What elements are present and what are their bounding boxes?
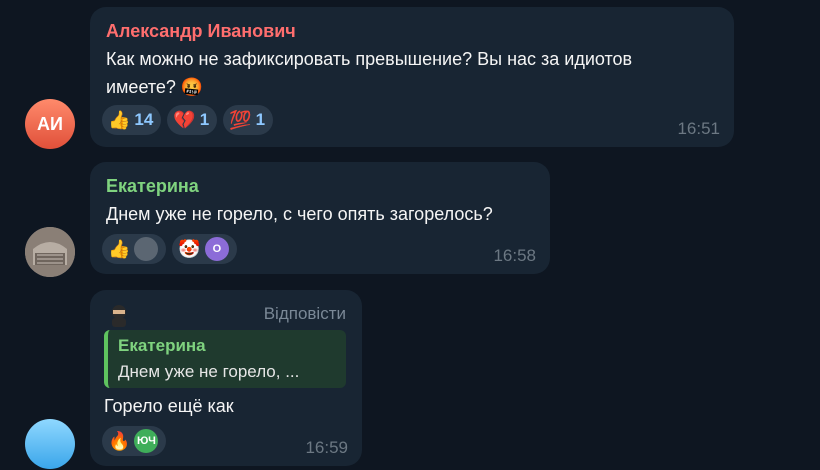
avatar-image — [25, 227, 75, 277]
reaction-clown[interactable]: 🤡 О — [172, 234, 237, 264]
reactor-avatar: ЮЧ — [134, 429, 159, 453]
message-time: 16:59 — [305, 438, 348, 457]
quote-text: Днем уже не горело, ... — [118, 362, 300, 381]
reactions-bar: 👍 🤡 О — [102, 234, 237, 264]
avatar[interactable]: АИ — [25, 99, 75, 149]
reactions-bar: 🔥 ЮЧ — [102, 426, 167, 456]
ninja-icon — [112, 305, 126, 327]
reactor-avatar — [134, 237, 159, 261]
clown-icon: 🤡 — [178, 239, 201, 259]
reply-quote[interactable]: Екатерина Днем уже не горело, ... — [104, 330, 346, 388]
message-text-line2: имеете? 🤬 — [106, 77, 204, 97]
message-bubble[interactable]: Відповісти Екатерина Днем уже не горело,… — [90, 290, 362, 466]
sender-name[interactable]: Екатерина — [106, 176, 199, 197]
message-bubble[interactable]: Екатерина Днем уже не горело, с чего опя… — [90, 162, 550, 274]
message-time: 16:51 — [677, 119, 720, 138]
reactor-avatar: О — [204, 237, 229, 261]
message-text: Горело ещё как — [104, 396, 234, 416]
message-bubble[interactable]: Александр Иванович Как можно не зафиксир… — [90, 7, 734, 147]
thumbs-up-icon: 👍 — [108, 110, 131, 130]
message-text: Как можно не зафиксировать превышение? В… — [106, 49, 633, 69]
reaction-count: 1 — [255, 110, 266, 129]
message-time: 16:58 — [493, 246, 536, 265]
broken-heart-icon: 💔 — [173, 110, 196, 130]
hundred-icon: 💯 — [229, 110, 252, 130]
quote-sender: Екатерина — [118, 336, 206, 355]
reaction-broken-heart[interactable]: 💔 1 — [167, 105, 218, 135]
message-text: Днем уже не горело, с чего опять загорел… — [106, 204, 493, 224]
sender-name[interactable]: Александр Иванович — [106, 21, 296, 42]
reaction-fire[interactable]: 🔥 ЮЧ — [102, 426, 167, 456]
reactions-bar: 👍 14 💔 1 💯 1 — [102, 105, 274, 135]
reaction-thumbs-up[interactable]: 👍 — [102, 234, 167, 264]
reaction-hundred[interactable]: 💯 1 — [223, 105, 274, 135]
reaction-thumbs-up[interactable]: 👍 14 — [102, 105, 162, 135]
reaction-count: 14 — [134, 110, 154, 129]
thumbs-up-icon: 👍 — [108, 239, 131, 259]
reaction-count: 1 — [199, 110, 210, 129]
reply-button[interactable]: Відповісти — [264, 304, 346, 324]
avatar[interactable] — [25, 227, 75, 277]
avatar[interactable] — [25, 419, 75, 469]
fire-icon: 🔥 — [108, 431, 131, 451]
